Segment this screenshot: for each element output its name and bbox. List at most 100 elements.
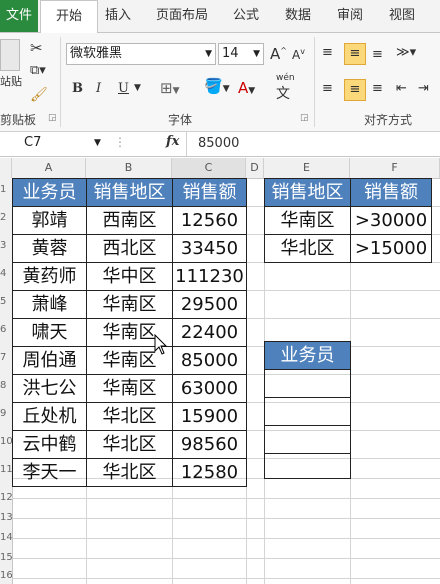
table-cell[interactable]: 111230 — [172, 262, 247, 291]
row-header[interactable]: 8 — [0, 380, 12, 391]
row-header[interactable]: 4 — [0, 268, 12, 279]
criteria-header-sales[interactable]: 销售额 — [350, 178, 432, 207]
row-header[interactable]: 5 — [0, 296, 12, 307]
table-cell[interactable]: 华南区 — [86, 374, 173, 403]
align-center-icon[interactable]: ≡ — [344, 79, 366, 101]
format-painter-icon[interactable]: 🖌 — [30, 87, 48, 103]
row-header[interactable]: 11 — [0, 464, 13, 475]
row-header[interactable]: 10 — [0, 436, 13, 447]
align-left-icon[interactable]: ≡ — [322, 81, 333, 96]
table-cell[interactable]: 33450 — [172, 234, 247, 263]
column-header-a[interactable]: A — [12, 158, 86, 178]
tab-insert[interactable]: 插入 — [98, 0, 138, 32]
tab-formulas[interactable]: 公式 — [226, 0, 266, 32]
align-middle-icon[interactable]: ≡ — [344, 43, 366, 65]
font-name-select[interactable]: 微软雅黑 ▼ — [66, 43, 216, 65]
tab-review[interactable]: 审阅 — [330, 0, 370, 32]
table-cell[interactable]: 12580 — [172, 458, 247, 487]
table-header-c[interactable]: 销售额 — [172, 178, 247, 207]
row-header[interactable]: 13 — [0, 512, 13, 523]
output-header[interactable]: 业务员 — [264, 341, 351, 370]
criteria-cell[interactable]: >30000 — [350, 206, 432, 235]
row-header[interactable]: 3 — [0, 240, 12, 251]
insert-function-icon[interactable]: fx — [166, 134, 179, 149]
criteria-cell[interactable]: 华南区 — [264, 206, 351, 235]
table-cell[interactable]: 西南区 — [86, 206, 173, 235]
cut-icon[interactable]: ✂ — [30, 39, 43, 57]
column-header-f[interactable]: F — [350, 158, 440, 178]
decrease-indent-icon[interactable]: ⇤ — [396, 81, 407, 96]
font-color-icon[interactable]: A▼ — [238, 79, 255, 97]
font-size-select[interactable]: 14 ▼ — [218, 43, 264, 65]
row-header[interactable]: 15 — [0, 552, 13, 563]
table-cell[interactable]: 郭靖 — [12, 206, 87, 235]
row-header[interactable]: 1 — [0, 184, 12, 195]
chevron-down-icon[interactable]: ▼ — [134, 83, 141, 93]
table-cell[interactable]: 丘处机 — [12, 402, 87, 431]
decrease-font-icon[interactable]: Av — [292, 47, 305, 62]
align-right-icon[interactable]: ≡ — [372, 81, 383, 96]
output-cell[interactable] — [264, 453, 351, 479]
copy-icon[interactable]: ⧉▾ — [30, 63, 46, 78]
italic-button[interactable]: I — [96, 81, 101, 96]
table-cell[interactable]: 李天一 — [12, 458, 87, 487]
increase-indent-icon[interactable]: ⇥ — [418, 81, 429, 96]
row-header[interactable]: 7 — [0, 352, 12, 363]
fill-color-icon[interactable]: 🪣▼ — [204, 77, 230, 95]
table-cell[interactable]: 12560 — [172, 206, 247, 235]
tab-page-layout[interactable]: 页面布局 — [150, 0, 214, 32]
paste-icon[interactable] — [0, 39, 20, 71]
table-cell[interactable]: 黄药师 — [12, 262, 87, 291]
table-header-b[interactable]: 销售地区 — [86, 178, 173, 207]
row-header[interactable]: 12 — [0, 492, 13, 503]
table-cell[interactable]: 华南区 — [86, 290, 173, 319]
table-cell[interactable]: 华北区 — [86, 458, 173, 487]
table-header-a[interactable]: 业务员 — [12, 178, 87, 207]
table-cell[interactable]: 华中区 — [86, 262, 173, 291]
table-cell[interactable]: 98560 — [172, 430, 247, 459]
font-launcher-icon[interactable]: ◲ — [300, 113, 309, 123]
align-bottom-icon[interactable]: ≡ — [372, 47, 383, 62]
tab-data[interactable]: 数据 — [278, 0, 318, 32]
table-cell[interactable]: 啸天 — [12, 318, 87, 347]
table-cell[interactable]: 63000 — [172, 374, 247, 403]
table-cell[interactable]: 华北区 — [86, 402, 173, 431]
table-cell[interactable]: 29500 — [172, 290, 247, 319]
phonetic-icon[interactable]: wén 文 — [276, 73, 295, 103]
column-header-e[interactable]: E — [264, 158, 350, 178]
output-cell[interactable] — [264, 397, 351, 426]
align-top-icon[interactable]: ≡ — [322, 45, 333, 60]
clipboard-launcher-icon[interactable]: ◲ — [48, 113, 57, 123]
table-cell[interactable]: 萧峰 — [12, 290, 87, 319]
table-cell[interactable]: 华北区 — [86, 430, 173, 459]
table-cell[interactable]: 15900 — [172, 402, 247, 431]
table-cell[interactable]: 周伯通 — [12, 346, 87, 375]
orientation-icon[interactable]: ≫▾ — [396, 45, 416, 60]
row-header[interactable]: 16 — [0, 570, 13, 581]
output-cell[interactable] — [264, 425, 351, 454]
table-cell[interactable]: 云中鹤 — [12, 430, 87, 459]
column-header-c[interactable]: C — [172, 158, 246, 178]
column-header-d[interactable]: D — [246, 158, 264, 178]
row-header[interactable]: 2 — [0, 212, 12, 223]
table-cell[interactable]: 洪七公 — [12, 374, 87, 403]
bold-button[interactable]: B — [72, 81, 83, 96]
formula-input[interactable]: 85000 — [198, 136, 239, 151]
table-cell[interactable]: 22400 — [172, 318, 247, 347]
table-cell[interactable]: 85000 — [172, 346, 247, 375]
underline-button[interactable]: U — [118, 81, 129, 96]
border-icon[interactable]: ⊞▼ — [160, 79, 180, 97]
select-all-corner[interactable] — [0, 158, 12, 178]
row-header[interactable]: 9 — [0, 408, 12, 419]
tab-file[interactable]: 文件 — [0, 0, 38, 32]
criteria-cell[interactable]: >15000 — [350, 234, 432, 263]
increase-font-icon[interactable]: A^ — [270, 45, 287, 63]
output-cell[interactable] — [264, 369, 351, 398]
row-header[interactable]: 6 — [0, 324, 12, 335]
name-box[interactable]: C7 ▼ — [0, 134, 106, 154]
tab-home[interactable]: 开始 — [40, 0, 98, 34]
row-header[interactable]: 14 — [0, 532, 13, 543]
criteria-header-region[interactable]: 销售地区 — [264, 178, 351, 207]
table-cell[interactable]: 西北区 — [86, 234, 173, 263]
column-header-b[interactable]: B — [86, 158, 172, 178]
